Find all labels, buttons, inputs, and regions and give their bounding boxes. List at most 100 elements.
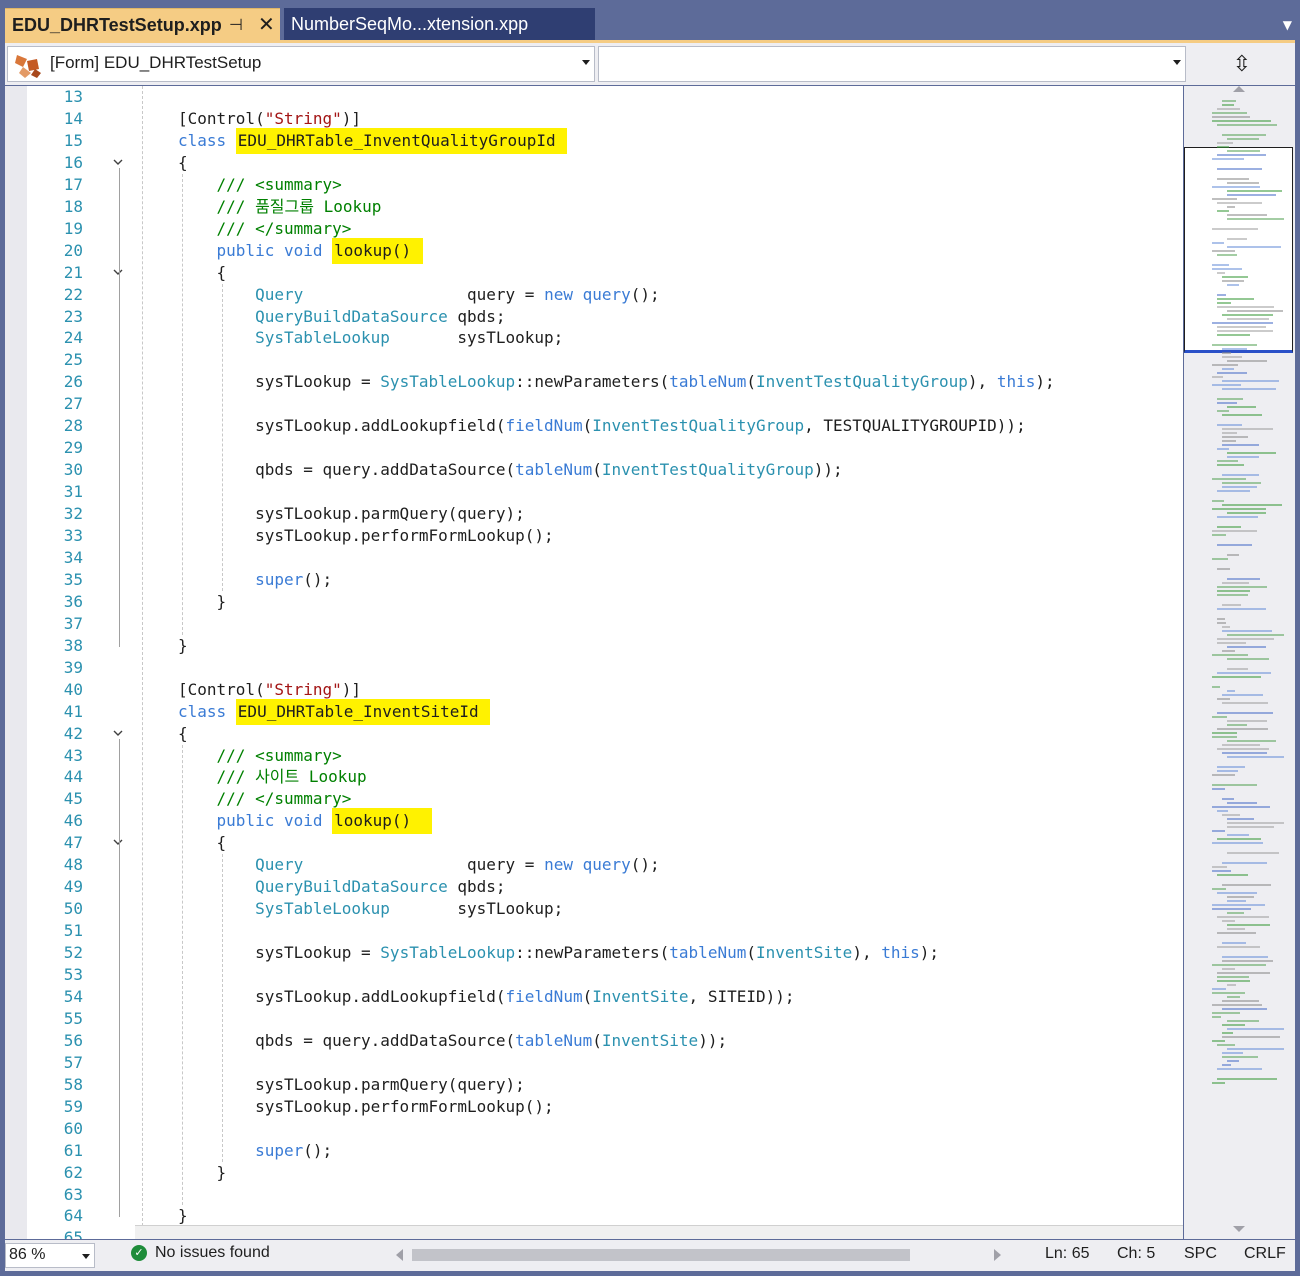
code-token: [Control( bbox=[178, 108, 265, 128]
code-line[interactable]: 14 [Control("String")] bbox=[5, 108, 1183, 130]
status-bar: 86 % ✓ No issues found Ln: 65 Ch: 5 SPC … bbox=[5, 1240, 1295, 1271]
minimap-code-mark bbox=[1217, 932, 1256, 934]
minimap-code-mark bbox=[1227, 360, 1267, 362]
minimap-code-mark bbox=[1222, 650, 1235, 652]
line-number: 60 bbox=[63, 1118, 83, 1138]
fold-chevron-icon[interactable] bbox=[113, 728, 123, 738]
scroll-up-arrow-icon[interactable] bbox=[1233, 86, 1245, 92]
minimap-scrollbar[interactable] bbox=[1184, 86, 1295, 1239]
split-view-icon[interactable]: ⇳ bbox=[1189, 46, 1295, 82]
code-line[interactable]: 38} bbox=[5, 635, 1183, 657]
minimap-code-mark bbox=[1217, 402, 1237, 404]
horizontal-scrollbar-thumb[interactable] bbox=[412, 1249, 910, 1261]
code-token: (); bbox=[630, 855, 660, 875]
code-text: /// 품질그룹 Lookup bbox=[178, 196, 382, 218]
code-line[interactable]: 16 { bbox=[5, 152, 1183, 174]
code-text: Query query = new query(); bbox=[178, 854, 660, 876]
column-indicator[interactable]: Ch: 5 bbox=[1117, 1245, 1155, 1263]
code-token: super bbox=[255, 1140, 304, 1160]
type-dropdown[interactable]: [Form] EDU_DHRTestSetup bbox=[7, 46, 595, 82]
scroll-left-arrow-icon[interactable] bbox=[396, 1249, 403, 1261]
line-number: 65 bbox=[63, 1228, 83, 1239]
minimap-code-mark bbox=[1217, 410, 1229, 412]
chevron-down-icon[interactable]: ▼ bbox=[1283, 18, 1292, 32]
tab-bar: EDU_DHRTestSetup.xpp ⊣ ✕ NumberSeqMo...x… bbox=[0, 0, 1300, 43]
fold-chevron-icon[interactable] bbox=[113, 267, 123, 277]
line-number: 44 bbox=[63, 767, 83, 787]
chevron-down-icon[interactable] bbox=[82, 1254, 90, 1259]
minimap-code-mark bbox=[1217, 334, 1250, 336]
code-editor[interactable]: 13 14 [Control("String")] 15 class EDU_DHRTa… bbox=[5, 86, 1183, 1239]
code-token: qbds; bbox=[447, 306, 506, 326]
line-number: 26 bbox=[63, 372, 83, 392]
minimap-code-mark bbox=[1212, 866, 1227, 868]
code-line[interactable]: 13 bbox=[5, 86, 1183, 108]
minimap-code-mark bbox=[1222, 630, 1272, 632]
highlighted-identifier: lookup() bbox=[332, 237, 423, 264]
scroll-right-arrow-icon[interactable] bbox=[994, 1249, 1001, 1261]
minimap-code-mark bbox=[1227, 634, 1284, 636]
member-dropdown[interactable] bbox=[598, 46, 1186, 82]
code-line[interactable]: 42 { bbox=[5, 723, 1183, 745]
code-token: (); bbox=[303, 1140, 333, 1160]
minimap-code-mark bbox=[1222, 314, 1273, 316]
minimap-code-mark bbox=[1217, 490, 1250, 492]
minimap-code-mark bbox=[1227, 818, 1254, 820]
line-number: 63 bbox=[63, 1184, 83, 1204]
minimap-code-mark bbox=[1227, 690, 1235, 692]
issues-indicator[interactable]: ✓ No issues found bbox=[131, 1244, 270, 1262]
code-token: tableNum bbox=[669, 372, 747, 392]
line-ending-indicator[interactable]: CRLF bbox=[1244, 1245, 1286, 1263]
code-token: sysTLookup.addLookupfield( bbox=[178, 986, 506, 1006]
code-line[interactable]: 39 bbox=[5, 657, 1183, 679]
minimap-code-mark bbox=[1222, 134, 1266, 136]
line-indicator[interactable]: Ln: 65 bbox=[1045, 1245, 1089, 1263]
line-number: 36 bbox=[63, 591, 83, 611]
code-token: ( bbox=[746, 372, 756, 392]
minimap-code-mark bbox=[1212, 384, 1241, 386]
line-number: 16 bbox=[63, 152, 83, 172]
line-number: 55 bbox=[63, 1008, 83, 1028]
code-token: new bbox=[544, 284, 583, 304]
code-token: )] bbox=[341, 108, 362, 128]
minimap-code-mark bbox=[1212, 1004, 1262, 1006]
code-line[interactable]: 15 class EDU_DHRTable_InventQualityGroupI… bbox=[5, 127, 1183, 154]
line-number: 15 bbox=[63, 130, 83, 150]
code-token: InventSite bbox=[592, 986, 689, 1006]
scroll-down-arrow-icon[interactable] bbox=[1233, 1226, 1245, 1232]
code-token: /// <summary> bbox=[178, 745, 342, 765]
code-token: InventTestQualityGroup bbox=[592, 416, 805, 436]
minimap-code-mark bbox=[1222, 942, 1246, 944]
tab-numberseq-extension[interactable]: NumberSeqMo...xtension.xpp bbox=[284, 8, 595, 40]
minimap-code-mark bbox=[1212, 500, 1224, 502]
pin-icon[interactable]: ⊣ bbox=[229, 15, 243, 34]
code-token: )); bbox=[813, 460, 843, 480]
tab-edu-dhrtestsetup[interactable]: EDU_DHRTestSetup.xpp ⊣ ✕ bbox=[5, 8, 280, 42]
chevron-down-icon[interactable] bbox=[582, 60, 590, 65]
minimap-code-mark bbox=[1217, 178, 1249, 180]
code-token: ( bbox=[582, 986, 593, 1006]
minimap-code-mark bbox=[1212, 534, 1226, 536]
minimap-code-mark bbox=[1217, 460, 1238, 462]
whitespace-indicator[interactable]: SPC bbox=[1184, 1245, 1217, 1263]
minimap-code-mark bbox=[1222, 100, 1236, 102]
minimap-code-mark bbox=[1222, 956, 1268, 958]
code-text: } bbox=[178, 591, 227, 613]
minimap-code-mark bbox=[1212, 732, 1237, 734]
code-line[interactable]: 41 class EDU_DHRTable_InventSiteId bbox=[5, 698, 1183, 725]
close-icon[interactable]: ✕ bbox=[258, 12, 275, 36]
minimap-code-mark bbox=[1227, 668, 1248, 670]
minimap-code-mark bbox=[1217, 464, 1244, 466]
minimap-code-mark bbox=[1222, 104, 1234, 106]
chevron-down-icon[interactable] bbox=[1173, 60, 1181, 65]
minimap-code-mark bbox=[1227, 1048, 1284, 1050]
fold-chevron-icon[interactable] bbox=[113, 157, 123, 167]
zoom-dropdown[interactable]: 86 % bbox=[5, 1243, 95, 1268]
code-line[interactable]: 40 [Control("String")] bbox=[5, 679, 1183, 701]
fold-chevron-icon[interactable] bbox=[113, 837, 123, 847]
line-number: 35 bbox=[63, 569, 83, 589]
code-text: SysTableLookup sysTLookup; bbox=[178, 327, 563, 349]
line-number: 59 bbox=[63, 1096, 83, 1116]
code-token: /// 사이트 Lookup bbox=[178, 767, 367, 787]
